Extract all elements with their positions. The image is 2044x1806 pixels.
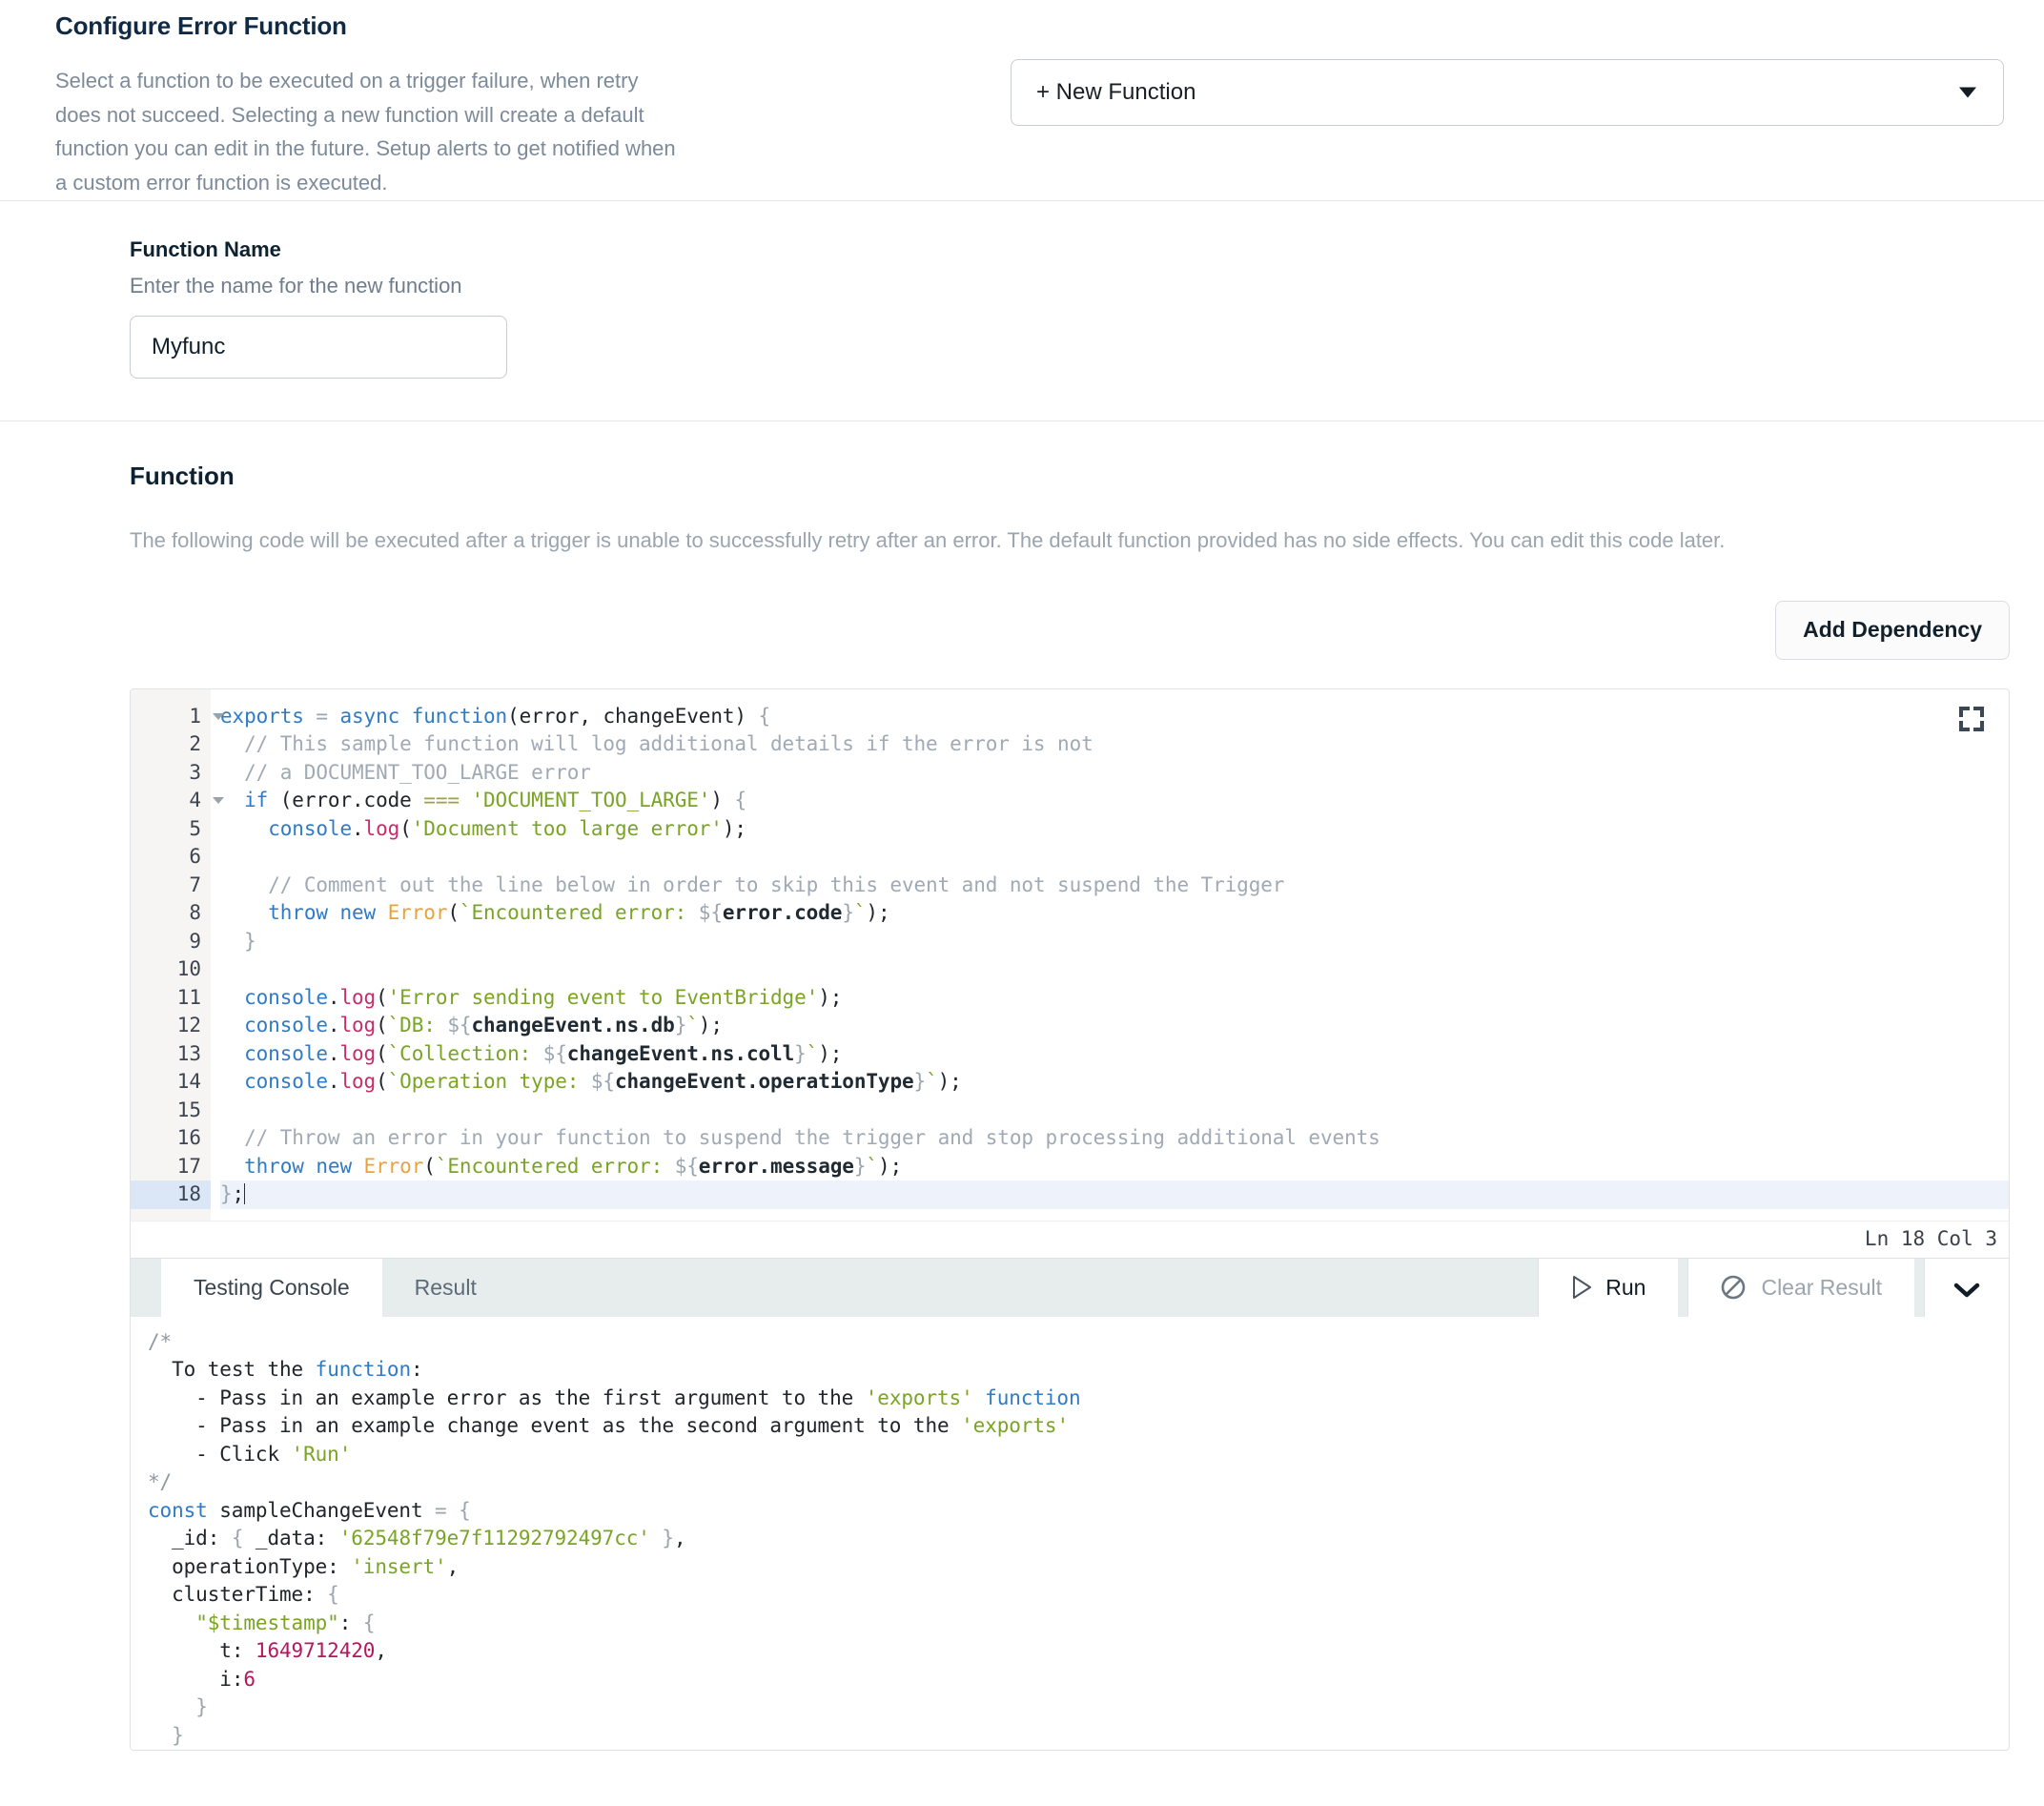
console-line: To test the function: [172, 1358, 423, 1382]
console-line: "$timestamp": { [195, 1611, 376, 1634]
fold-arrow-icon[interactable] [213, 712, 224, 720]
console-tab-testing-console[interactable]: Testing Console [161, 1258, 382, 1317]
console-line: } [195, 1695, 208, 1719]
header-section: Configure Error Function Select a functi… [0, 0, 2044, 200]
editor-line-number: 15 [176, 1098, 201, 1121]
clear-result-button[interactable]: Clear Result [1687, 1258, 1914, 1317]
dependency-row: Add Dependency [130, 600, 2010, 660]
console-actions: Run Clear Result [1538, 1258, 2009, 1317]
editor-line-number: 7 [189, 872, 201, 896]
add-dependency-button[interactable]: Add Dependency [1775, 600, 2010, 660]
fold-arrow-icon[interactable] [213, 797, 224, 805]
editor-code-line: // Throw an error in your function to su… [244, 1126, 1380, 1150]
collapse-console-button[interactable] [1924, 1258, 2009, 1317]
editor-code-line: console.log('Document too large error'); [268, 816, 746, 840]
editor-code-line: console.log('Error sending event to Even… [244, 985, 843, 1009]
function-name-help: Enter the name for the new function [130, 273, 462, 298]
console-tab-bar: Testing Console Result Run Clear Result [131, 1257, 2009, 1317]
code-editor-body[interactable]: 1 2 3 4 5 6 7 8 9 10 11 12 13 14 15 16 17 18 exports = as… [131, 688, 2009, 1221]
editor-gutter: 1 2 3 4 5 6 7 8 9 10 11 12 13 14 15 16 17 18 [131, 688, 224, 1221]
code-editor: 1 2 3 4 5 6 7 8 9 10 11 12 13 14 15 16 17 18 exports = as… [130, 688, 2010, 1752]
console-line: _id: { _data: '62548f79e7f11292792497cc'… [172, 1527, 686, 1550]
configure-error-function-page: Configure Error Function Select a functi… [0, 0, 2044, 1752]
editor-code-line: throw new Error(`Encountered error: ${er… [268, 901, 890, 925]
console-line: i:6 [219, 1667, 256, 1691]
editor-line-number: 16 [176, 1126, 201, 1150]
function-name-section: Function Name Enter the name for the new… [0, 201, 2044, 421]
editor-line-number: 14 [176, 1070, 201, 1094]
editor-code-line: throw new Error(`Encountered error: ${er… [244, 1154, 903, 1178]
function-name-input[interactable] [130, 315, 507, 379]
console-line: - Pass in an example change event as the… [148, 1414, 1069, 1438]
console-line: - Click 'Run' [148, 1442, 352, 1466]
editor-code-area[interactable]: exports = async function(error, changeEv… [211, 689, 2009, 1221]
console-line: operationType: 'insert', [172, 1554, 460, 1578]
console-line: /* [148, 1329, 173, 1353]
editor-line-number: 13 [176, 1041, 201, 1065]
editor-code-line: }; [220, 1180, 2009, 1209]
editor-line-number: 2 [189, 732, 201, 756]
editor-code-line: exports = async function(error, changeEv… [220, 704, 771, 728]
page-description: Select a function to be executed on a tr… [55, 69, 676, 195]
header-text-block: Configure Error Function Select a functi… [0, 0, 1011, 200]
function-name-label: Function Name [130, 236, 281, 261]
ban-icon [1721, 1275, 1746, 1300]
editor-line-number: 1 [131, 703, 224, 731]
console-tab-result[interactable]: Result [382, 1259, 509, 1317]
console-line: - Pass in an example error as the first … [148, 1385, 1081, 1409]
editor-code-line: } [244, 929, 256, 953]
run-button-label: Run [1605, 1274, 1646, 1300]
function-section: Function The following code will be exec… [0, 421, 2044, 1752]
editor-line-number: 12 [176, 1014, 201, 1037]
run-button[interactable]: Run [1538, 1258, 1679, 1317]
editor-line-number: 10 [176, 957, 201, 981]
chevron-down-icon [1959, 87, 1976, 98]
function-section-description: The following code will be executed afte… [130, 527, 1726, 552]
testing-console-body[interactable]: /* To test the function: - Pass in an ex… [131, 1316, 2009, 1751]
editor-line-number: 8 [189, 901, 201, 925]
editor-code-line: if (error.code === 'DOCUMENT_TOO_LARGE')… [244, 789, 746, 812]
editor-code-line: // a DOCUMENT_TOO_LARGE error [244, 760, 591, 784]
editor-line-number: 11 [176, 985, 201, 1009]
editor-line-number: 3 [189, 760, 201, 784]
fullscreen-icon[interactable] [1959, 706, 1984, 731]
editor-code-line [220, 1097, 2009, 1125]
console-line: const sampleChangeEvent = { [148, 1498, 471, 1522]
function-select[interactable]: + New Function [1011, 59, 2004, 126]
page-title: Configure Error Function [55, 11, 347, 40]
editor-line-number: 9 [189, 929, 201, 953]
console-line: clusterTime: { [172, 1583, 339, 1607]
clear-result-label: Clear Result [1761, 1274, 1882, 1300]
console-tabs: Testing Console Result [131, 1258, 509, 1317]
function-section-title: Function [130, 461, 235, 490]
console-line: */ [148, 1470, 173, 1494]
console-line: t: 1649712420, [219, 1639, 387, 1663]
chevron-down-icon [1953, 1279, 1980, 1298]
editor-code-line: // Comment out the line below in order t… [268, 872, 1285, 896]
editor-code-line: console.log(`Operation type: ${changeEve… [244, 1070, 962, 1094]
editor-line-number: 17 [176, 1154, 201, 1178]
editor-code-line: // This sample function will log additio… [244, 732, 1094, 756]
function-select-block: + New Function [1011, 0, 2044, 126]
editor-code-line: console.log(`DB: ${changeEvent.ns.db}`); [244, 1014, 723, 1037]
console-line: } [172, 1723, 184, 1747]
editor-line-number: 5 [189, 816, 201, 840]
editor-line-number: 6 [189, 845, 201, 869]
play-icon [1571, 1275, 1592, 1300]
editor-line-number: 4 [131, 787, 224, 815]
tab-bar-spacer [509, 1259, 1538, 1317]
editor-code-line [220, 843, 2009, 872]
editor-status-bar: Ln 18 Col 3 [131, 1220, 2009, 1258]
editor-code-line: console.log(`Collection: ${changeEvent.n… [244, 1041, 843, 1065]
editor-code-line [220, 955, 2009, 984]
editor-line-number: 18 [131, 1180, 211, 1209]
function-select-value: + New Function [1036, 79, 1196, 105]
